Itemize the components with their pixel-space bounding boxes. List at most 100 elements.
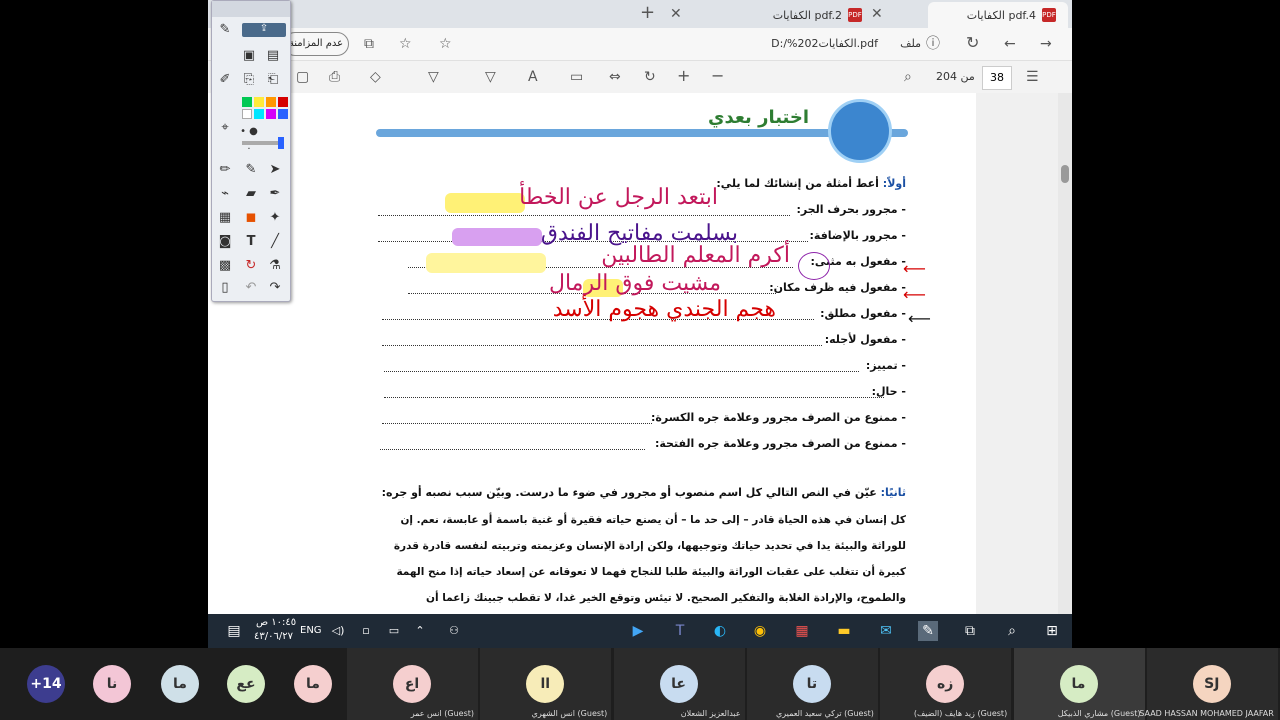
participant-avatar[interactable]: عع <box>227 665 265 703</box>
participant-avatar[interactable]: ما <box>161 665 199 703</box>
contents-icon[interactable]: ☰ <box>1026 69 1039 85</box>
url-field[interactable]: ⓘ ملف D:/%202الكفايات.pdf ☆ <box>433 32 953 56</box>
palette-titlebar[interactable] <box>212 1 290 17</box>
participant-tile[interactable]: اا انس الشهري (Guest) <box>480 648 612 720</box>
read-aloud-icon[interactable]: A <box>528 69 538 85</box>
camera-icon[interactable]: ◙ <box>216 233 234 251</box>
notification-icon[interactable]: ▤ <box>224 621 244 641</box>
dropper-icon[interactable]: ⚗ <box>266 257 284 275</box>
scrollbar-thumb[interactable] <box>1061 165 1069 183</box>
board-icon[interactable]: ▣ <box>240 47 258 65</box>
color-swatch[interactable] <box>278 97 288 107</box>
teams-icon[interactable]: T <box>670 621 690 641</box>
notes-icon[interactable]: ▫ <box>356 621 376 641</box>
highlighter-icon[interactable]: ✏ <box>216 161 234 179</box>
close-icon[interactable]: ✕ <box>670 6 682 22</box>
color-swatch[interactable] <box>242 109 252 119</box>
pen-size-icon[interactable]: • ● · <box>240 123 258 155</box>
cursor-icon[interactable]: ➤ <box>266 161 284 179</box>
width-slider[interactable] <box>242 141 282 145</box>
color-swatch[interactable] <box>266 109 276 119</box>
store-icon[interactable]: ▦ <box>792 621 812 641</box>
scrollbar[interactable] <box>1058 93 1072 614</box>
tab-pdf4[interactable]: PDF الكفايات pdf.4 <box>928 2 1068 28</box>
volume-icon[interactable]: ◁) <box>328 621 348 641</box>
pencil-icon[interactable]: ✎ <box>242 161 260 179</box>
windows-start-icon[interactable]: ⊞ <box>1042 621 1062 641</box>
participant-avatar[interactable]: ما <box>294 665 332 703</box>
paste-icon[interactable]: ⎗ <box>264 71 282 89</box>
share-icon[interactable]: ⇪ <box>242 23 286 37</box>
participant-avatar[interactable]: +14 <box>27 665 65 703</box>
save-icon[interactable]: ▢ <box>296 69 309 85</box>
whiteboard-app-icon[interactable]: ✎ <box>918 621 938 641</box>
display-icon[interactable]: ▭ <box>384 621 404 641</box>
people-icon[interactable]: ⚇ <box>444 621 464 641</box>
zoom-out-icon[interactable]: − <box>711 68 724 84</box>
color-swatch[interactable] <box>254 97 264 107</box>
text-icon[interactable]: T <box>242 233 260 251</box>
color-swatch[interactable] <box>242 97 252 107</box>
new-tab-icon[interactable]: + <box>640 4 655 22</box>
pen-icon[interactable]: ✎ <box>216 21 234 39</box>
document-icon[interactable]: ▯ <box>216 279 234 297</box>
draw-icon[interactable]: ▽ <box>428 69 439 85</box>
color-swatch[interactable] <box>254 109 264 119</box>
stamp-icon[interactable]: ✦ <box>266 209 284 227</box>
search-icon[interactable]: ⌕ <box>904 69 912 85</box>
participant-tile[interactable]: زه زيد هايف (الضيف) (Guest) <box>880 648 1012 720</box>
chevron-up-icon[interactable]: ⌃ <box>410 621 430 641</box>
participant-tile[interactable]: ما مشاري الذبيكل (Guest) <box>1013 648 1145 720</box>
participant-tile[interactable]: اع انس عمر (Guest) <box>347 648 478 720</box>
task-view-icon[interactable]: ⧉ <box>960 621 980 641</box>
shape-icon[interactable]: ◼ <box>242 209 260 227</box>
print-icon[interactable]: ⎙ <box>329 69 340 85</box>
participant-tile[interactable]: تا تركي سعيد العميري (Guest) <box>746 648 878 720</box>
chrome-icon[interactable]: ◉ <box>750 621 770 641</box>
sync-button[interactable]: عدم المزامنة <box>283 32 349 56</box>
refresh-icon[interactable]: ↻ <box>242 257 260 275</box>
redo-icon[interactable]: ↷ <box>266 279 284 297</box>
collections-icon[interactable]: ⧉ <box>364 36 374 52</box>
participant-avatar[interactable]: نا <box>93 665 131 703</box>
refresh-icon[interactable]: ↻ <box>966 35 979 51</box>
undo-icon[interactable]: ↶ <box>242 279 260 297</box>
close-icon[interactable]: ✕ <box>871 6 883 22</box>
favorites-icon[interactable]: ☆ <box>399 36 412 52</box>
color-swatch[interactable] <box>278 109 288 119</box>
select-icon[interactable]: ⌖ <box>216 119 234 137</box>
exercise-item: - مفعول مطلق: <box>820 307 906 320</box>
favorite-add-icon[interactable]: ☆ <box>439 36 452 52</box>
edge-icon[interactable]: ◐ <box>710 621 730 641</box>
back-icon[interactable]: ← <box>1004 36 1016 52</box>
tab-pdf2[interactable]: PDF الكفايات pdf.2 <box>688 2 868 28</box>
eraser-icon[interactable]: ▰ <box>242 185 260 203</box>
grid-icon[interactable]: ▩ <box>216 257 234 275</box>
arrow-annotation: ⟵ <box>903 285 926 304</box>
highlight <box>452 228 542 246</box>
folder-icon[interactable]: ▬ <box>834 621 854 641</box>
search-icon[interactable]: ⌕ <box>1002 621 1022 641</box>
rotate-icon[interactable]: ↻ <box>644 69 656 85</box>
page-number-input[interactable]: 38 <box>982 66 1012 90</box>
copy-icon[interactable]: ⎘ <box>240 71 258 89</box>
page-view-icon[interactable]: ▭ <box>570 69 583 85</box>
marker-icon[interactable]: ✐ <box>216 71 234 89</box>
zoom-in-icon[interactable]: + <box>677 68 690 84</box>
page-icon[interactable]: ▤ <box>264 47 282 65</box>
highlight-icon[interactable]: ▽ <box>485 69 496 85</box>
participant-tile[interactable]: عا عبدالعزيز الشعلان <box>613 648 745 720</box>
forward-icon[interactable]: → <box>1040 36 1052 52</box>
media-icon[interactable]: ▶ <box>628 621 648 641</box>
fit-page-icon[interactable]: ⇔ <box>609 69 621 85</box>
language-indicator[interactable]: ENG <box>300 625 322 636</box>
mail-icon[interactable]: ✉ <box>876 621 896 641</box>
erase-icon[interactable]: ◇ <box>370 69 381 85</box>
brush-icon[interactable]: ✒ <box>266 185 284 203</box>
fill-icon[interactable]: ▦ <box>216 209 234 227</box>
participant-tile[interactable]: SJ SAAD HASSAN MOHAMED JAAFAR <box>1139 648 1278 720</box>
color-swatch[interactable] <box>266 97 276 107</box>
laser-icon[interactable]: ⌁ <box>216 185 234 203</box>
slider-handle[interactable] <box>278 137 284 149</box>
line-icon[interactable]: ╱ <box>266 233 284 251</box>
